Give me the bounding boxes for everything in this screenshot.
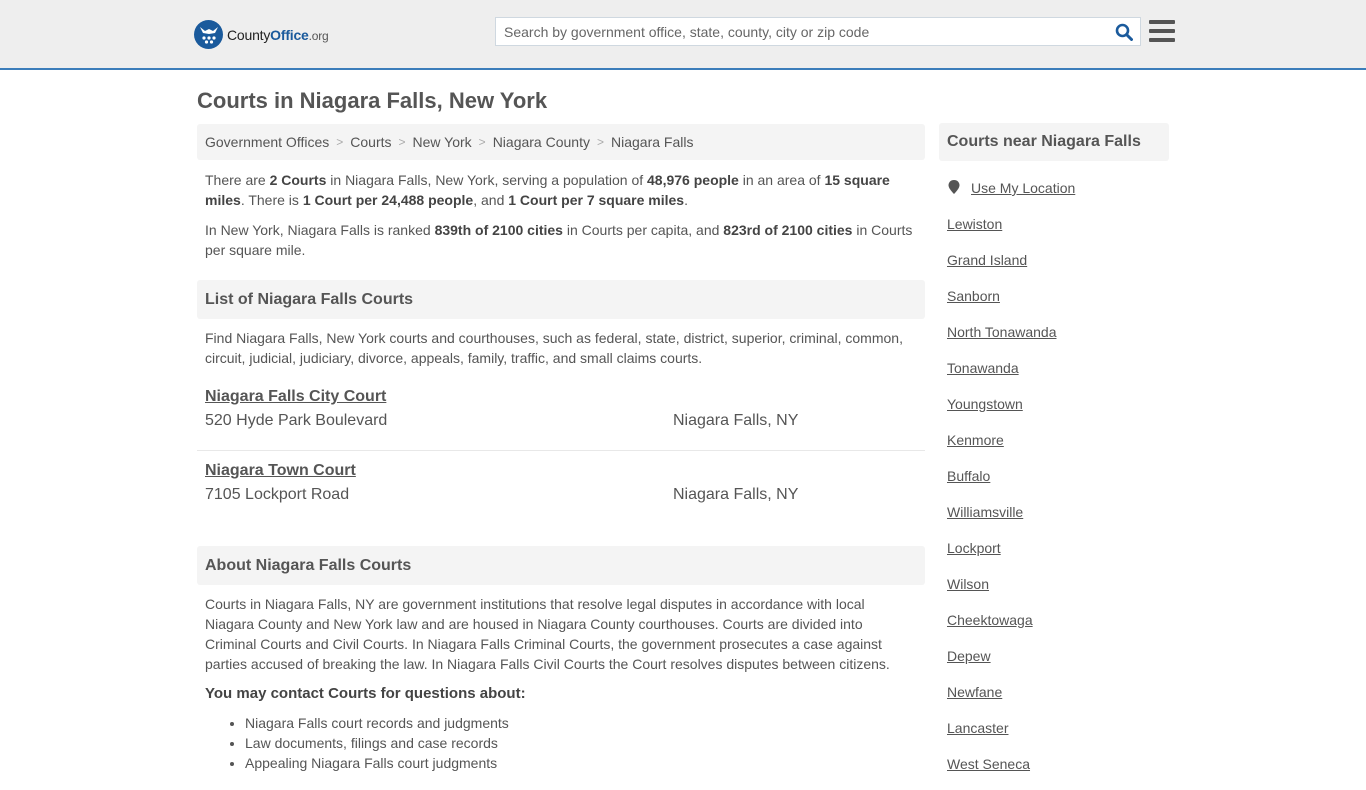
search-button[interactable]: [1108, 18, 1140, 45]
breadcrumb: Government Offices > Courts > New York >…: [197, 124, 925, 160]
text: . There is: [240, 192, 303, 208]
text: .: [684, 192, 688, 208]
breadcrumb-separator: >: [336, 135, 344, 149]
text: In New York, Niagara Falls is ranked: [205, 222, 435, 238]
page-title: Courts in Niagara Falls, New York: [197, 88, 548, 113]
list-description: Find Niagara Falls, New York courts and …: [205, 330, 903, 366]
courts-per-area: 1 Court per 7 square miles: [508, 192, 685, 208]
breadcrumb-new-york[interactable]: New York: [413, 134, 472, 150]
nearby-link-williamsville[interactable]: Williamsville: [947, 504, 1023, 520]
nearby-item: Lewiston: [947, 214, 1169, 250]
search-input[interactable]: [496, 18, 1108, 45]
nearby-link-wilson[interactable]: Wilson: [947, 576, 989, 592]
court-city: Niagara Falls, NY: [673, 412, 799, 429]
court-name-link[interactable]: Niagara Town Court: [205, 460, 356, 482]
logo-main: Office: [270, 26, 309, 43]
per-capita-rank: 839th of 2100 cities: [434, 222, 563, 238]
nearby-link-lockport[interactable]: Lockport: [947, 540, 1001, 556]
menu-bar: [1149, 38, 1175, 42]
contact-heading: You may contact Courts for questions abo…: [205, 685, 526, 702]
breadcrumb-government-offices[interactable]: Government Offices: [205, 134, 329, 150]
text: in Niagara Falls, New York, serving a po…: [326, 172, 648, 188]
site-header: CountyOffice.org: [0, 0, 1366, 70]
nearby-item: Lockport: [947, 538, 1169, 574]
nearby-item: Depew: [947, 646, 1169, 682]
search-icon: [1115, 23, 1133, 41]
summary-stats: There are 2 Courts in Niagara Falls, New…: [197, 170, 925, 210]
nearby-link-newfane[interactable]: Newfane: [947, 684, 1002, 700]
nearby-item: West Seneca: [947, 754, 1169, 790]
sidebar-heading: Courts near Niagara Falls: [939, 123, 1169, 161]
court-list: Niagara Falls City Court 520 Hyde Park B…: [197, 386, 925, 516]
nearby-item: Youngstown: [947, 394, 1169, 430]
court-address: 7105 Lockport Road: [205, 486, 350, 503]
text: in an area of: [738, 172, 825, 188]
nearby-item: Grand Island: [947, 250, 1169, 286]
breadcrumb-separator: >: [478, 135, 486, 149]
population: 48,976 people: [647, 172, 739, 188]
map-marker-icon: [948, 180, 960, 194]
nearby-item: Kenmore: [947, 430, 1169, 466]
nearby-link-tonawanda[interactable]: Tonawanda: [947, 360, 1019, 376]
use-location-item: Use My Location: [947, 178, 1169, 214]
court-address: 520 Hyde Park Boulevard: [205, 412, 388, 429]
list-section-heading: List of Niagara Falls Courts: [197, 280, 925, 319]
eagle-logo-icon: [194, 20, 223, 49]
nearby-item: Lancaster: [947, 718, 1169, 754]
courts-per-people: 1 Court per 24,488 people: [302, 192, 474, 208]
court-name-link[interactable]: Niagara Falls City Court: [205, 386, 386, 408]
nearby-link-buffalo[interactable]: Buffalo: [947, 468, 990, 484]
contact-topics-list: Niagara Falls court records and judgment…: [197, 713, 925, 773]
list-item: Niagara Falls court records and judgment…: [245, 713, 925, 733]
court-city: Niagara Falls, NY: [673, 486, 799, 503]
breadcrumb-niagara-county[interactable]: Niagara County: [493, 134, 590, 150]
nearby-link-north-tonawanda[interactable]: North Tonawanda: [947, 324, 1056, 340]
nearby-list: Use My Location Lewiston Grand Island Sa…: [939, 178, 1169, 790]
menu-bar: [1149, 20, 1175, 24]
list-item: Law documents, filings and case records: [245, 733, 925, 753]
sidebar: Courts near Niagara Falls Use My Locatio…: [939, 123, 1169, 790]
nearby-item: Newfane: [947, 682, 1169, 718]
menu-bar: [1149, 29, 1175, 33]
nearby-item: Williamsville: [947, 502, 1169, 538]
nearby-item: Wilson: [947, 574, 1169, 610]
text: in Courts per capita, and: [562, 222, 724, 238]
per-area-rank: 823rd of 2100 cities: [723, 222, 853, 238]
nearby-link-sanborn[interactable]: Sanborn: [947, 288, 1000, 304]
breadcrumb-courts[interactable]: Courts: [350, 134, 391, 150]
about-section-heading: About Niagara Falls Courts: [197, 546, 925, 585]
nearby-item: Buffalo: [947, 466, 1169, 502]
logo-wordmark: CountyOffice.org: [227, 27, 329, 43]
court-item: Niagara Falls City Court 520 Hyde Park B…: [197, 386, 925, 451]
site-logo[interactable]: CountyOffice.org: [194, 20, 329, 49]
nearby-link-lewiston[interactable]: Lewiston: [947, 216, 1002, 232]
nearby-link-west-seneca[interactable]: West Seneca: [947, 756, 1030, 772]
court-item: Niagara Town Court 7105 Lockport Road Ni…: [197, 451, 925, 516]
nearby-item: North Tonawanda: [947, 322, 1169, 358]
search-bar: [495, 17, 1141, 46]
hamburger-menu-icon[interactable]: [1149, 19, 1175, 43]
summary-ranking: In New York, Niagara Falls is ranked 839…: [197, 220, 925, 260]
breadcrumb-niagara-falls[interactable]: Niagara Falls: [611, 134, 693, 150]
nearby-item: Tonawanda: [947, 358, 1169, 394]
text: There are: [205, 172, 270, 188]
use-my-location-link[interactable]: Use My Location: [971, 178, 1075, 198]
list-item: Appealing Niagara Falls court judgments: [245, 753, 925, 773]
nearby-link-grand-island[interactable]: Grand Island: [947, 252, 1027, 268]
nearby-item: Cheektowaga: [947, 610, 1169, 646]
breadcrumb-separator: >: [596, 135, 604, 149]
nearby-link-depew[interactable]: Depew: [947, 648, 991, 664]
breadcrumb-separator: >: [398, 135, 406, 149]
nearby-link-kenmore[interactable]: Kenmore: [947, 432, 1004, 448]
logo-suffix: .org: [308, 28, 329, 43]
court-count: 2 Courts: [269, 172, 327, 188]
logo-prefix: County: [227, 26, 271, 43]
text: , and: [473, 192, 509, 208]
nearby-link-cheektowaga[interactable]: Cheektowaga: [947, 612, 1033, 628]
nearby-link-youngstown[interactable]: Youngstown: [947, 396, 1023, 412]
nearby-item: Sanborn: [947, 286, 1169, 322]
about-body: Courts in Niagara Falls, NY are governme…: [205, 596, 890, 672]
main-content: Government Offices > Courts > New York >…: [197, 124, 925, 773]
nearby-link-lancaster[interactable]: Lancaster: [947, 720, 1008, 736]
